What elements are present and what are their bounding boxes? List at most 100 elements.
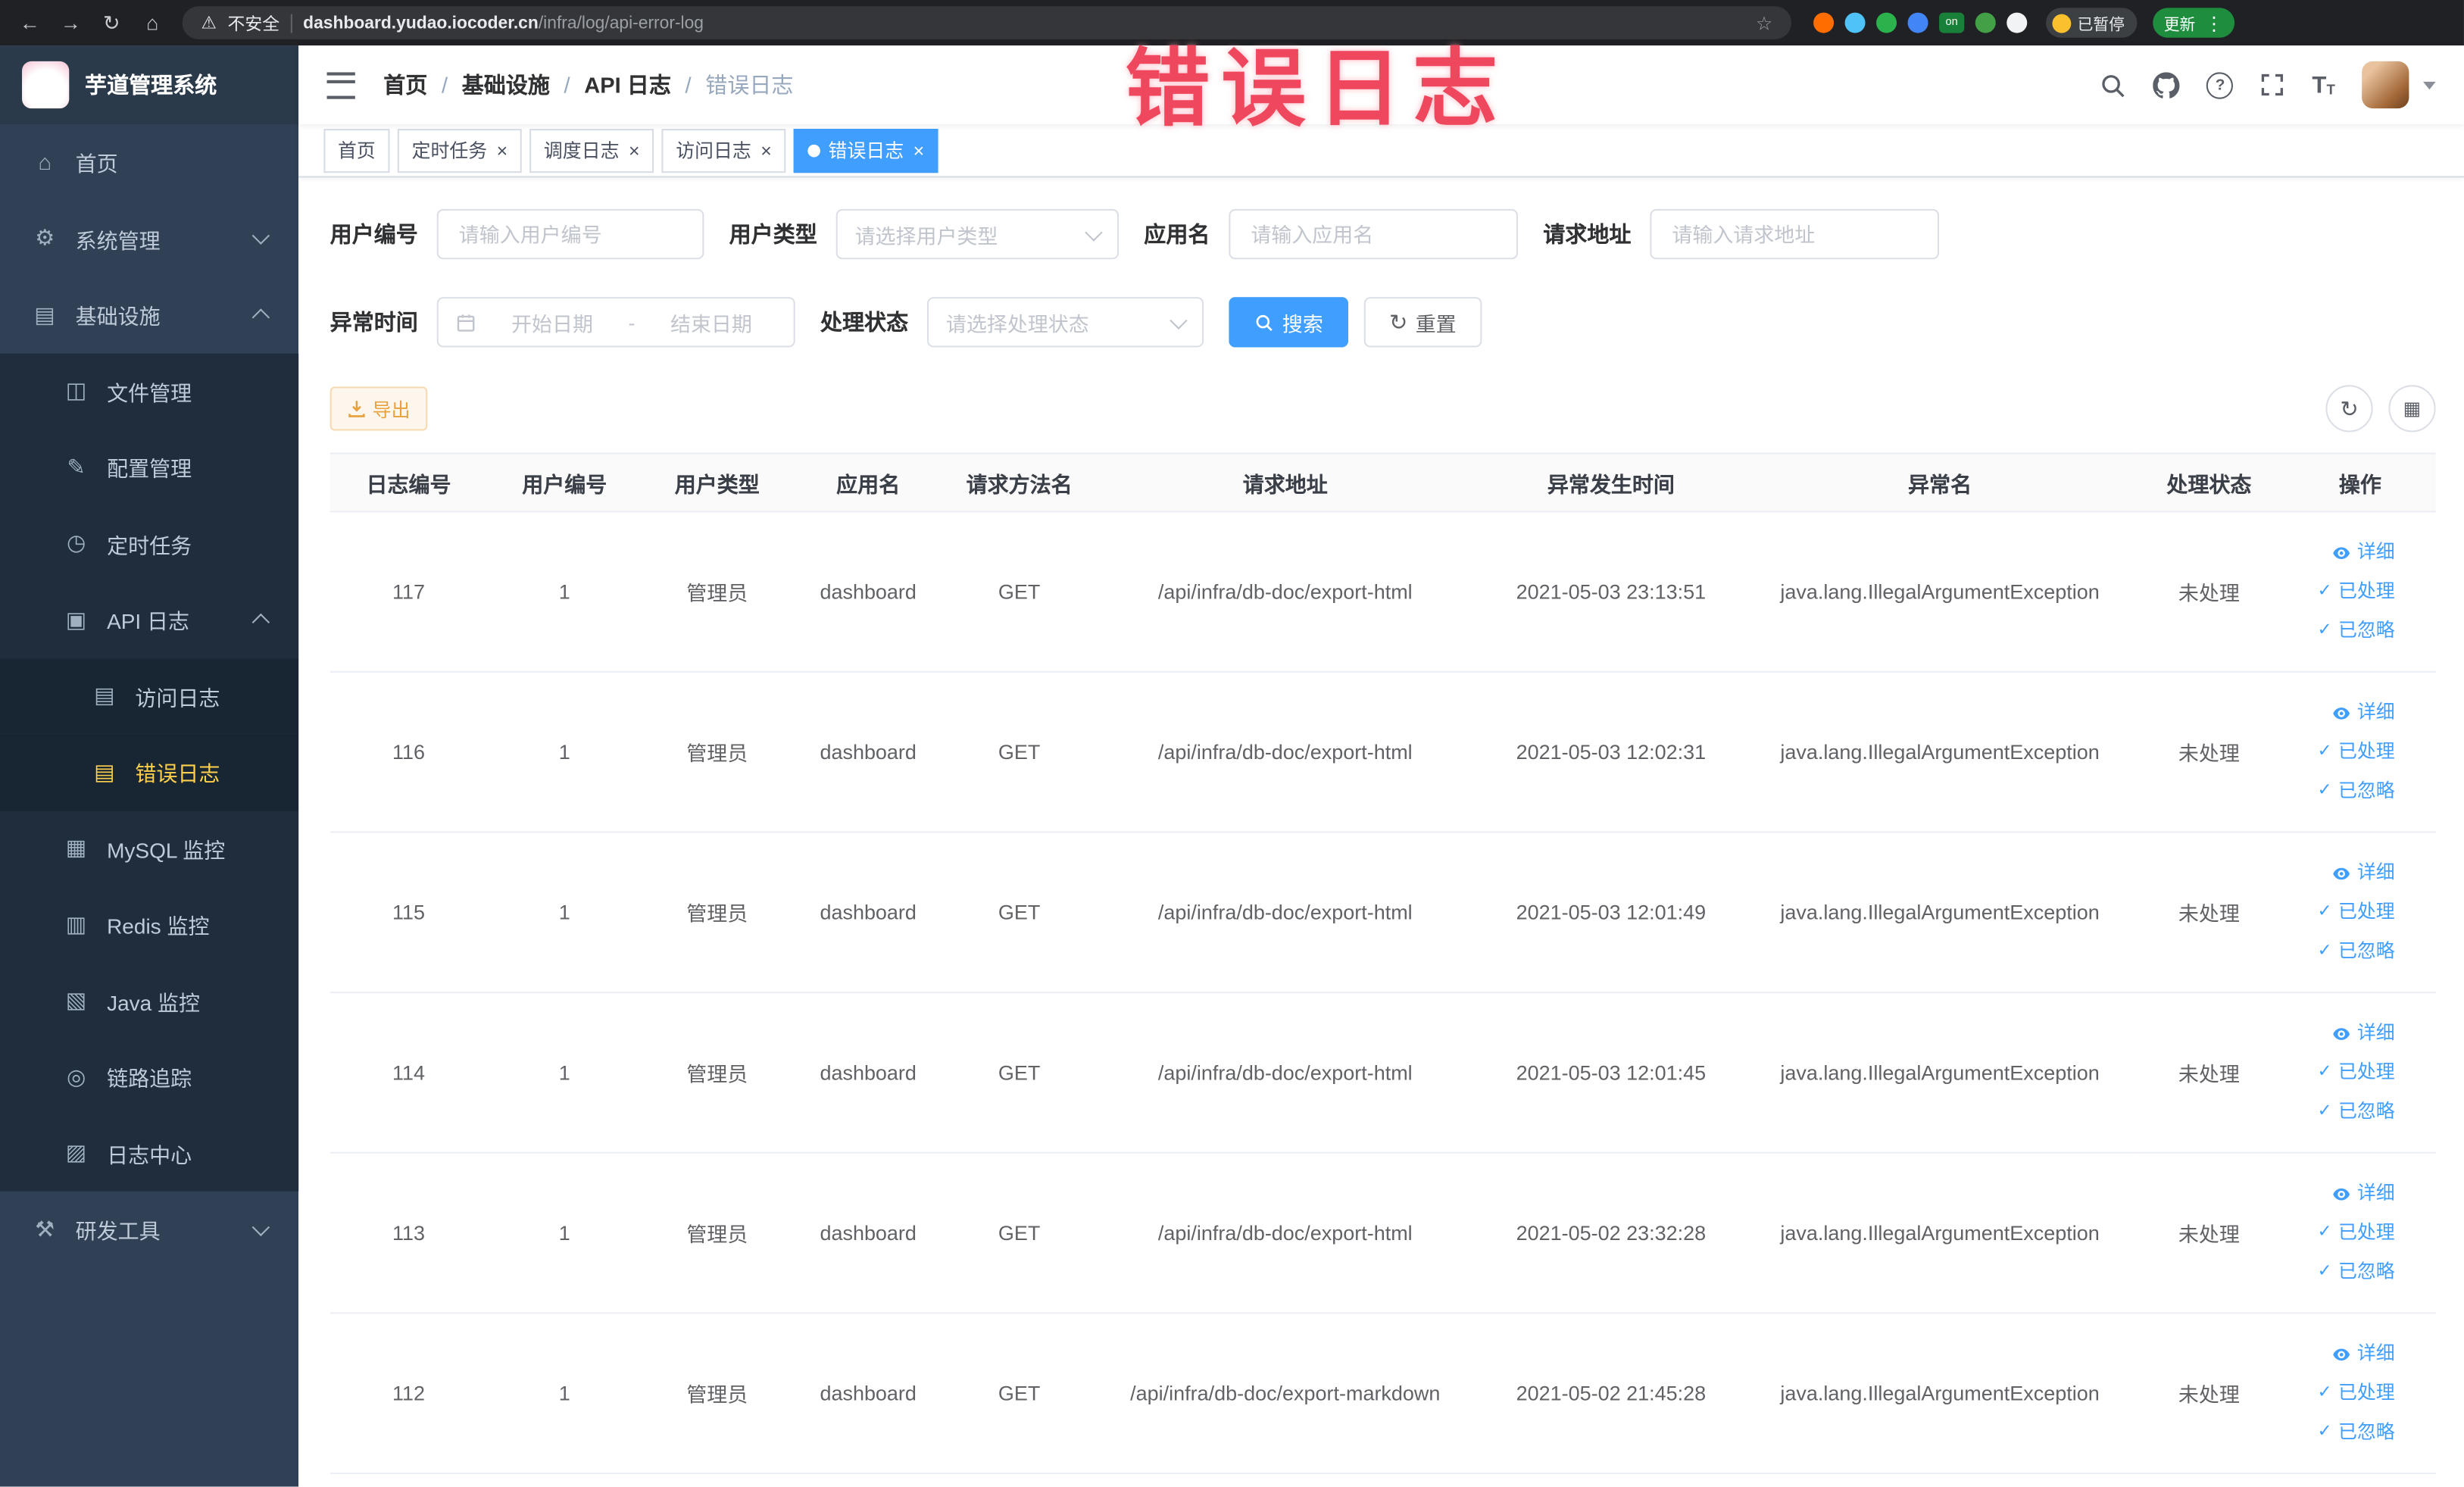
sidebar-item-access-log[interactable]: ▤ 访问日志 — [0, 658, 299, 734]
sidebar-item-home[interactable]: ⌂ 首页 — [0, 124, 298, 201]
mark-ignored-link[interactable]: ✓ 已忽略 — [2294, 932, 2395, 971]
browser-menu-icon[interactable]: ⋮ — [2205, 12, 2224, 34]
sidebar-toggle-icon[interactable] — [326, 71, 355, 98]
cell-request-url: /api/infra/db-doc/export-html — [1095, 992, 1476, 1154]
tab-close-icon[interactable]: × — [497, 141, 508, 160]
detail-link[interactable]: 详细 — [2294, 533, 2395, 572]
detail-link[interactable]: 详细 — [2294, 693, 2395, 733]
sidebar-item-tracing[interactable]: ◎ 链路追踪 — [0, 1039, 299, 1115]
filter-row-1: 用户编号 用户类型 请选择用户类型 应用名 — [330, 208, 2436, 260]
check-icon: ✓ — [2317, 781, 2332, 800]
java-icon: ▧ — [65, 987, 87, 1013]
col-exception: 异常名 — [1746, 452, 2134, 513]
breadcrumb-item[interactable]: 基础设施 — [462, 69, 550, 100]
mark-ignored-label: 已忽略 — [2338, 779, 2395, 802]
avatar-caret-icon[interactable] — [2423, 80, 2436, 89]
cell-app-name: dashboard — [792, 671, 944, 833]
breadcrumb-item[interactable]: API 日志 — [584, 69, 671, 100]
cell-log-id: 117 — [329, 511, 488, 673]
reset-button[interactable]: ↻ 重置 — [1363, 297, 1482, 348]
fullscreen-icon[interactable] — [2260, 72, 2285, 97]
mark-ignored-link[interactable]: ✓ 已忽略 — [2294, 1413, 2395, 1452]
sidebar-item-label: 研发工具 — [75, 1220, 161, 1244]
sidebar-item-dev-tools[interactable]: ⚒ 研发工具 — [0, 1192, 298, 1268]
mark-processed-link[interactable]: ✓ 已处理 — [2294, 572, 2395, 611]
sidebar-item-mysql-monitor[interactable]: ▦ MySQL 监控 — [0, 810, 299, 887]
address-bar[interactable]: ⚠ 不安全 dashboard.yudao.iocoder.cn/infra/l… — [182, 6, 1792, 39]
extension-icon[interactable] — [1876, 12, 1897, 33]
reload-icon[interactable]: ↻ — [94, 5, 129, 40]
refresh-table-button[interactable]: ↻ — [2325, 385, 2373, 433]
mark-processed-link[interactable]: ✓ 已处理 — [2294, 733, 2395, 772]
sidebar-item-redis-monitor[interactable]: ▥ Redis 监控 — [0, 886, 299, 963]
github-icon[interactable] — [2153, 71, 2181, 98]
app-logo[interactable]: 芋道管理系统 — [0, 45, 299, 124]
help-icon[interactable]: ? — [2206, 71, 2234, 98]
extension-icon[interactable] — [1844, 12, 1866, 33]
bookmark-star-icon[interactable]: ☆ — [1756, 12, 1772, 34]
sidebar-item-java-monitor[interactable]: ▧ Java 监控 — [0, 962, 299, 1039]
font-size-icon[interactable]: TT — [2312, 73, 2334, 96]
extension-icon[interactable] — [1907, 12, 1928, 33]
detail-link[interactable]: 详细 — [2294, 1174, 2395, 1214]
table-row: 115 1 管理员 dashboard GET /api/infra/db-do… — [329, 832, 2436, 994]
extension-icon[interactable] — [1813, 12, 1835, 33]
user-id-field[interactable] — [436, 208, 704, 260]
tab-close-icon[interactable]: × — [760, 141, 772, 160]
update-button[interactable]: 更新 ⋮ — [2153, 8, 2235, 38]
sidebar-item-cron-job[interactable]: ◷ 定时任务 — [0, 505, 299, 582]
user-id-input[interactable] — [455, 220, 685, 248]
breadcrumb-item[interactable]: 首页 — [383, 69, 427, 100]
tab-error-log[interactable]: 错误日志 × — [793, 128, 938, 173]
tab-close-icon[interactable]: × — [629, 141, 640, 160]
export-button[interactable]: 导出 — [329, 386, 428, 431]
security-label[interactable]: 不安全 — [228, 10, 280, 35]
mark-processed-link[interactable]: ✓ 已处理 — [2294, 1373, 2395, 1413]
app-name-input[interactable] — [1248, 220, 1500, 248]
exception-time-range-picker[interactable]: 开始日期 - 结束日期 — [436, 297, 795, 348]
cell-actions: 详细 ✓ 已处理 ✓ 已忽略 — [2284, 992, 2436, 1154]
tab-cron-job[interactable]: 定时任务 × — [397, 128, 522, 173]
sidebar-item-error-log[interactable]: ▤ 错误日志 — [0, 733, 299, 811]
mark-ignored-link[interactable]: ✓ 已忽略 — [2294, 611, 2395, 651]
cell-user-id: 1 — [487, 1152, 642, 1314]
search-icon[interactable] — [2100, 71, 2126, 98]
mark-processed-label: 已处理 — [2338, 1220, 2395, 1244]
mark-processed-link[interactable]: ✓ 已处理 — [2294, 1053, 2395, 1092]
detail-link[interactable]: 详细 — [2294, 1334, 2395, 1373]
mark-ignored-link[interactable]: ✓ 已忽略 — [2294, 1092, 2395, 1132]
detail-link[interactable]: 详细 — [2294, 1014, 2395, 1053]
request-url-input[interactable] — [1669, 220, 1921, 248]
extension-icon[interactable] — [1975, 12, 1996, 33]
sidebar-item-api-log[interactable]: ▣ API 日志 — [0, 581, 299, 658]
cell-app-name: dashboard — [792, 992, 944, 1154]
column-settings-button[interactable]: ▦ — [2388, 385, 2436, 433]
tab-access-log[interactable]: 访问日志 × — [661, 128, 786, 173]
home-button-icon[interactable]: ⌂ — [135, 5, 170, 40]
user-type-select[interactable]: 请选择用户类型 — [835, 208, 1120, 260]
extension-icon[interactable] — [2006, 12, 2028, 33]
mark-processed-link[interactable]: ✓ 已处理 — [2294, 1214, 2395, 1253]
app-name-field[interactable] — [1229, 208, 1519, 260]
extension-on-icon[interactable]: on — [1939, 12, 1965, 33]
back-icon[interactable]: ← — [13, 5, 48, 40]
search-button[interactable]: 搜索 — [1229, 297, 1349, 348]
sidebar-item-file-mgmt[interactable]: ◫ 文件管理 — [0, 352, 299, 430]
tab-home[interactable]: 首页 — [323, 128, 390, 173]
forward-icon[interactable]: → — [54, 5, 89, 40]
paused-badge[interactable]: 已暂停 — [2046, 8, 2138, 38]
tab-job-log[interactable]: 调度日志 × — [529, 128, 654, 173]
process-status-select[interactable]: 请选择处理状态 — [927, 297, 1204, 348]
mark-ignored-link[interactable]: ✓ 已忽略 — [2294, 772, 2395, 811]
sidebar-item-system-mgmt[interactable]: ⚙ 系统管理 — [0, 201, 298, 277]
sidebar-item-infrastructure[interactable]: ▤ 基础设施 — [0, 276, 298, 353]
chevron-down-icon — [251, 226, 270, 245]
request-url-field[interactable] — [1650, 208, 1940, 260]
sidebar-item-log-center[interactable]: ▨ 日志中心 — [0, 1114, 299, 1192]
detail-link[interactable]: 详细 — [2294, 854, 2395, 893]
mark-ignored-link[interactable]: ✓ 已忽略 — [2294, 1252, 2395, 1292]
tab-close-icon[interactable]: × — [913, 141, 925, 160]
avatar[interactable] — [2362, 61, 2409, 109]
sidebar-item-config-mgmt[interactable]: ✎ 配置管理 — [0, 429, 299, 505]
mark-processed-link[interactable]: ✓ 已处理 — [2294, 892, 2395, 932]
